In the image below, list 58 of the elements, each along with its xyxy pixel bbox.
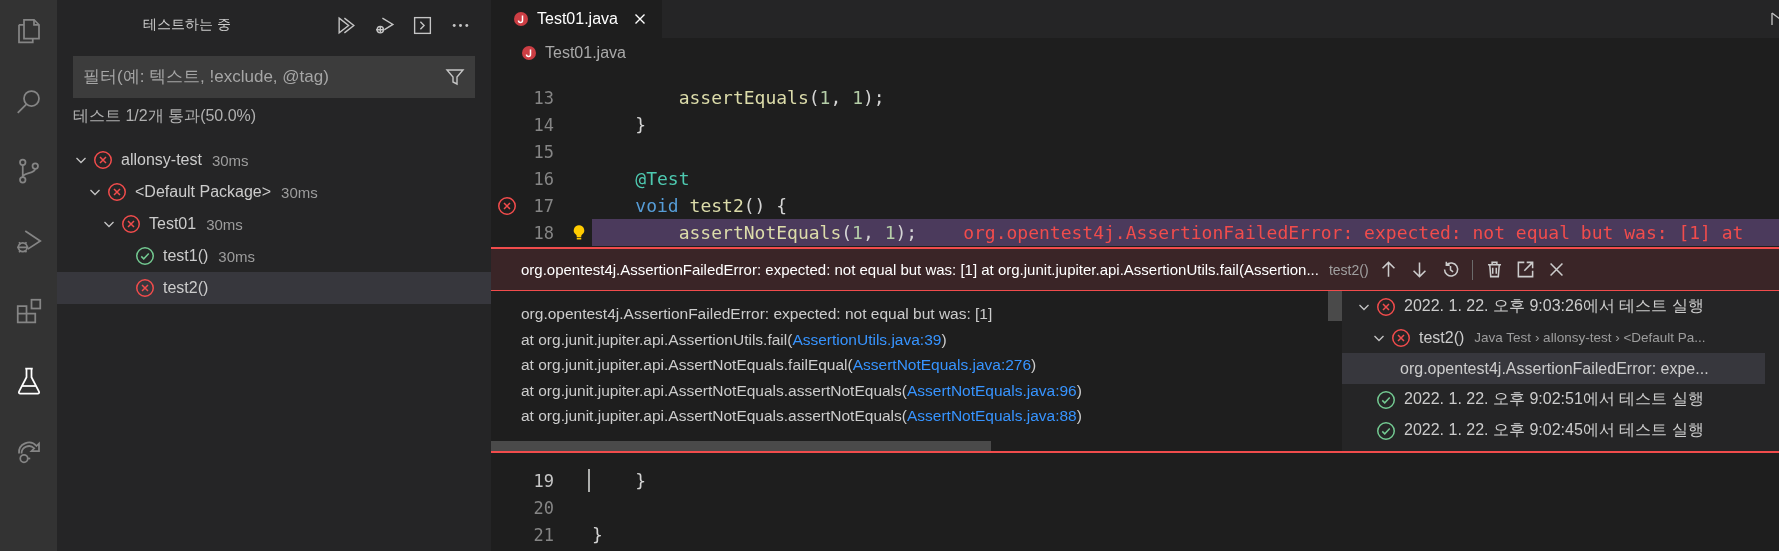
run-item[interactable]: 2022. 1. 22. 오후 9:02:45에서 테스트 실행 (1342, 415, 1765, 446)
summary-text: 테스트 1/2개 통과(50.0%) (72, 106, 258, 126)
test-name-label: test2() (1328, 261, 1369, 278)
scrollbar[interactable] (491, 441, 991, 451)
code-line: void test2() { (634, 195, 788, 216)
line-number: 17 (532, 195, 554, 216)
open-external-icon[interactable] (1515, 260, 1535, 279)
code-line: } (592, 524, 603, 545)
source-link[interactable]: AssertNotEquals.java:96 (907, 381, 1077, 399)
breadcrumb[interactable]: Test01.java (491, 38, 626, 68)
test-item[interactable]: test2() Java Test › allonsy-test › <Default Pa... (1342, 322, 1765, 353)
test-path-label: Java Test › allonsy-test › <Default Pa... (1474, 330, 1706, 345)
terminal-icon[interactable] (412, 14, 433, 36)
duration-label: 30ms (281, 183, 318, 201)
error-message: org.opentest4j.AssertionFailedError: expected: not equal but was: [1] at org.junit.jupiter.api.AssertionUtils.fail(Assertion... (521, 261, 1319, 278)
stack-trace-line: org.opentest4j.AssertionFailedError: expected: not equal but was: [1] (521, 305, 993, 324)
duration-label: 30ms (206, 215, 243, 233)
tree-item[interactable]: test1() 30ms (57, 240, 491, 272)
stack-trace-line: at org.junit.jupiter.api.AssertNotEquals.assertNotEquals(AssertNotEquals.java:88) (521, 407, 1082, 426)
inline-error-message: org.opentest4j.AssertionFailedError: expected: not equal but was: [1] at (963, 222, 1744, 243)
java-file-icon (513, 11, 529, 27)
code-line: assertEquals(1, 1); (677, 87, 885, 108)
stack-trace-line: at org.junit.jupiter.api.AssertionUtils.fail(AssertionUtils.java:39) (521, 330, 947, 350)
code-line: } (634, 114, 647, 135)
line-number: 19 (532, 470, 554, 491)
source-link[interactable]: AssertNotEquals.java:88 (907, 407, 1077, 424)
line-number: 14 (532, 114, 554, 135)
tree-item[interactable]: <Default Package> 30ms (57, 176, 491, 208)
source-link[interactable]: AssertionUtils.java:39 (792, 330, 942, 348)
scrollbar[interactable] (1328, 291, 1342, 321)
message-item[interactable]: org.opentest4j.AssertionFailedError: expe... (1342, 353, 1765, 384)
stack-trace-line: at org.junit.jupiter.api.AssertNotEquals.assertNotEquals(AssertNotEquals.java:96) (521, 381, 1082, 401)
error-icon[interactable] (497, 195, 517, 216)
line-number: 20 (532, 497, 554, 518)
line-number: 18 (532, 222, 554, 243)
run-item[interactable]: 2022. 1. 22. 오후 9:03:26에서 테스트 실행 (1342, 291, 1765, 322)
tree-item[interactable]: test2() (57, 272, 491, 304)
line-number: 15 (532, 141, 554, 162)
line-number: 16 (532, 168, 554, 189)
code-line: assertNotEquals(1, 1); (677, 222, 918, 243)
duration-label: 30ms (211, 151, 249, 169)
filter-field[interactable]: 필터(예: 텍스트, !exclude, @tag) (73, 56, 475, 98)
filter-icon[interactable] (445, 67, 465, 87)
tree-item[interactable]: Test01 30ms (57, 208, 491, 240)
run-all-icon[interactable] (336, 14, 357, 36)
code-line: } (634, 470, 647, 491)
source-link[interactable]: AssertNotEquals.java:276 (852, 356, 1032, 373)
panel-title: 테스트하는 중 (143, 16, 231, 34)
run-item[interactable]: 2022. 1. 22. 오후 9:02:51에서 테스트 실행 (1342, 384, 1765, 415)
editor-tab[interactable]: Test01.java (491, 0, 662, 38)
java-file-icon (521, 45, 537, 61)
line-number: 21 (532, 524, 554, 545)
code-line: @Test (634, 168, 690, 189)
stack-trace-line: at org.junit.jupiter.api.AssertNotEquals.failEqual(AssertNotEquals.java:276) (521, 356, 1037, 375)
tree-item[interactable]: allonsy-test 30ms (57, 144, 491, 176)
line-number: 13 (532, 87, 554, 108)
duration-label: 30ms (218, 247, 256, 265)
text-cursor (588, 469, 590, 492)
